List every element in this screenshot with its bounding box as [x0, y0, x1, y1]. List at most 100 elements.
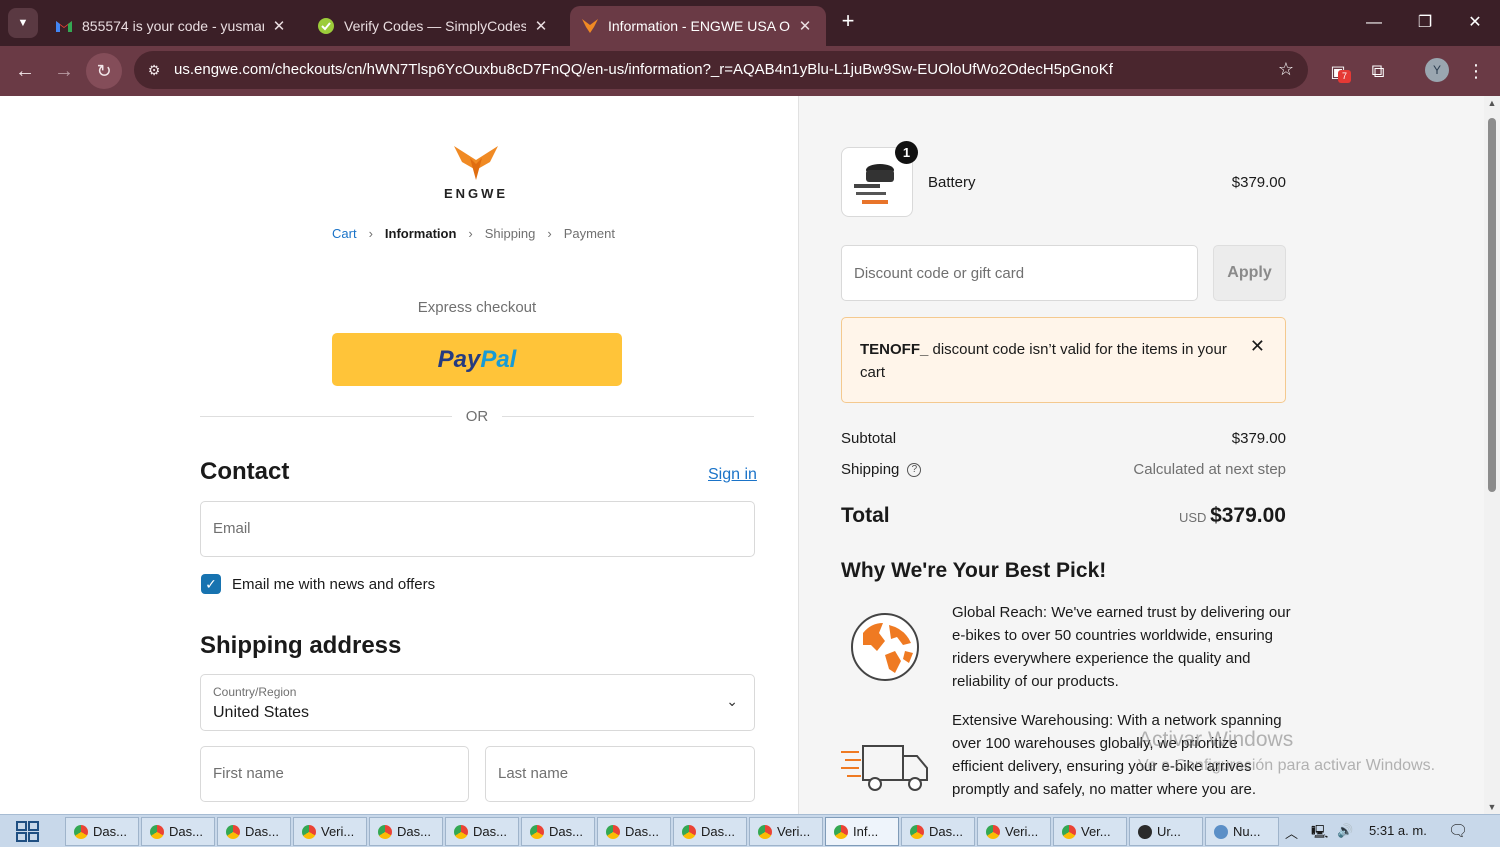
- start-grid-icon[interactable]: [16, 821, 40, 843]
- close-icon[interactable]: ✕: [270, 17, 288, 35]
- contact-heading: Contact: [200, 458, 290, 485]
- apply-discount-button[interactable]: Apply: [1213, 245, 1286, 301]
- product-name: Battery: [928, 174, 976, 191]
- taskbar-clock[interactable]: 5:31 a. m.: [1369, 823, 1427, 838]
- url-text[interactable]: us.engwe.com/checkouts/cn/hWN7Tlsp6YcOux…: [174, 61, 1113, 78]
- tab-title: Verify Codes — SimplyCodes: [344, 18, 526, 34]
- new-tab-icon[interactable]: +: [836, 10, 860, 34]
- breadcrumb-payment: Payment: [563, 226, 616, 241]
- scroll-down-icon[interactable]: ▼: [1484, 802, 1500, 812]
- total-currency: USD: [1179, 510, 1207, 525]
- extension-icon[interactable]: ▣ 7: [1325, 58, 1351, 84]
- order-summary: 1 Battery $379.00 Discount code or gift …: [798, 96, 1484, 814]
- taskbar-item[interactable]: Das...: [217, 817, 291, 846]
- taskbar-item-label: Ur...: [1157, 824, 1181, 839]
- breadcrumb-information: Information: [384, 226, 457, 241]
- chrome-icon: [150, 824, 164, 839]
- browser-toolbar: ← → ↻ ⚙ us.engwe.com/checkouts/cn/hWN7Tl…: [0, 46, 1500, 96]
- tab-strip: ▼ 855574 is your code - yusmantr ✕ Verif…: [0, 0, 1500, 46]
- chrome-icon: [454, 824, 468, 839]
- scroll-up-icon[interactable]: ▲: [1484, 98, 1500, 108]
- notepad-icon: [1214, 824, 1228, 839]
- country-value: United States: [213, 704, 310, 721]
- bookmark-star-icon[interactable]: ☆: [1278, 59, 1294, 80]
- back-icon[interactable]: ←: [12, 58, 38, 84]
- breadcrumb-cart[interactable]: Cart: [332, 226, 357, 241]
- country-select[interactable]: Country/Region United States ⌄: [200, 674, 755, 731]
- scrollbar-thumb[interactable]: [1488, 118, 1496, 492]
- why-heading: Why We're Your Best Pick!: [841, 559, 1107, 582]
- extensions-puzzle-icon[interactable]: ⧉: [1365, 58, 1391, 84]
- help-circle-icon[interactable]: ?: [907, 463, 922, 478]
- taskbar-item[interactable]: Veri...: [749, 817, 823, 846]
- forward-icon[interactable]: →: [51, 58, 77, 84]
- page-scrollbar[interactable]: ▲ ▼: [1484, 96, 1500, 814]
- close-icon[interactable]: ✕: [796, 17, 814, 35]
- discount-placeholder: Discount code or gift card: [854, 265, 1025, 282]
- chrome-icon: [986, 824, 1000, 839]
- taskbar-item[interactable]: Veri...: [293, 817, 367, 846]
- windows-activation-subtitle: Ve a Configuración para activar Windows.: [1138, 757, 1436, 774]
- taskbar-item-label: Veri...: [1005, 824, 1039, 839]
- taskbar-item-label: Das...: [93, 824, 127, 839]
- shipping-label: Shipping: [841, 461, 900, 478]
- network-icon[interactable]: 🖳: [1311, 823, 1328, 845]
- taskbar-item[interactable]: Das...: [445, 817, 519, 846]
- tab-simplycodes[interactable]: Verify Codes — SimplyCodes ✕: [306, 6, 562, 46]
- taskbar-item[interactable]: Das...: [65, 817, 139, 846]
- minimize-icon[interactable]: —: [1359, 10, 1389, 36]
- taskbar-item-label: Ver...: [1081, 824, 1111, 839]
- restore-icon[interactable]: ❐: [1410, 10, 1440, 36]
- tab-gmail[interactable]: 855574 is your code - yusmantr ✕: [44, 6, 300, 46]
- taskbar-item[interactable]: Nu...: [1205, 817, 1279, 846]
- feature-warehousing: Extensive Warehousing: With a network sp…: [952, 712, 1282, 798]
- globe-icon: [849, 611, 921, 688]
- address-bar[interactable]: ⚙ us.engwe.com/checkouts/cn/hWN7Tlsp6YcO…: [134, 51, 1308, 89]
- taskbar-item[interactable]: Veri...: [977, 817, 1051, 846]
- tray-chevron-icon[interactable]: ︿: [1285, 823, 1298, 842]
- tab-engwe[interactable]: Information - ENGWE USA Offic ✕: [570, 6, 826, 46]
- email-field[interactable]: Email: [200, 501, 755, 557]
- first-name-field[interactable]: First name: [200, 746, 469, 802]
- profile-avatar[interactable]: Y: [1425, 58, 1449, 82]
- taskbar-item[interactable]: Das...: [901, 817, 975, 846]
- paypal-button[interactable]: Pay Pal: [332, 333, 622, 386]
- reload-icon[interactable]: ↻: [86, 53, 122, 89]
- chevron-right-icon: ›: [547, 226, 552, 241]
- chrome-icon: [758, 824, 772, 839]
- sign-in-link[interactable]: Sign in: [708, 466, 757, 484]
- checkout-page: ENGWE Cart › Information › Shipping › Pa…: [0, 96, 1484, 814]
- taskbar-item[interactable]: Das...: [369, 817, 443, 846]
- notifications-icon[interactable]: 🗨: [1448, 821, 1468, 841]
- taskbar-item[interactable]: Das...: [141, 817, 215, 846]
- taskbar-item[interactable]: Inf...: [825, 817, 899, 846]
- close-icon[interactable]: ✕: [532, 17, 550, 35]
- newsletter-checkbox[interactable]: ✓: [201, 574, 221, 594]
- discount-code-input[interactable]: Discount code or gift card: [841, 245, 1198, 301]
- chrome-icon: [606, 824, 620, 839]
- newsletter-label[interactable]: Email me with news and offers: [232, 576, 435, 593]
- taskbar-item[interactable]: Das...: [673, 817, 747, 846]
- alert-text: TENOFF_ discount code isn’t valid for th…: [860, 338, 1230, 384]
- last-name-field[interactable]: Last name: [485, 746, 755, 802]
- quantity-badge: 1: [895, 141, 918, 164]
- feature-global-reach: Global Reach: We've earned trust by deli…: [952, 604, 1291, 690]
- engwe-logo[interactable]: ENGWE: [440, 140, 512, 201]
- tab-title: Information - ENGWE USA Offic: [608, 18, 790, 34]
- taskbar-item[interactable]: Ur...: [1129, 817, 1203, 846]
- product-price: $379.00: [1231, 174, 1286, 191]
- taskbar-item[interactable]: Das...: [597, 817, 671, 846]
- window-close-icon[interactable]: ✕: [1460, 10, 1490, 36]
- chevron-down-icon: ⌄: [726, 693, 738, 709]
- taskbar-item[interactable]: Ver...: [1053, 817, 1127, 846]
- close-icon[interactable]: ✕: [1250, 336, 1265, 357]
- menu-kebab-icon[interactable]: ⋮: [1463, 58, 1489, 84]
- taskbar-item[interactable]: Das...: [521, 817, 595, 846]
- taskbar-item-label: Das...: [397, 824, 431, 839]
- chrome-icon: [682, 824, 696, 839]
- site-settings-icon[interactable]: ⚙: [144, 60, 164, 80]
- shipping-address-heading: Shipping address: [200, 632, 402, 659]
- chrome-icon: [834, 824, 848, 839]
- tab-search-dropdown-icon[interactable]: ▼: [8, 8, 38, 38]
- volume-icon[interactable]: 🔊: [1337, 823, 1353, 839]
